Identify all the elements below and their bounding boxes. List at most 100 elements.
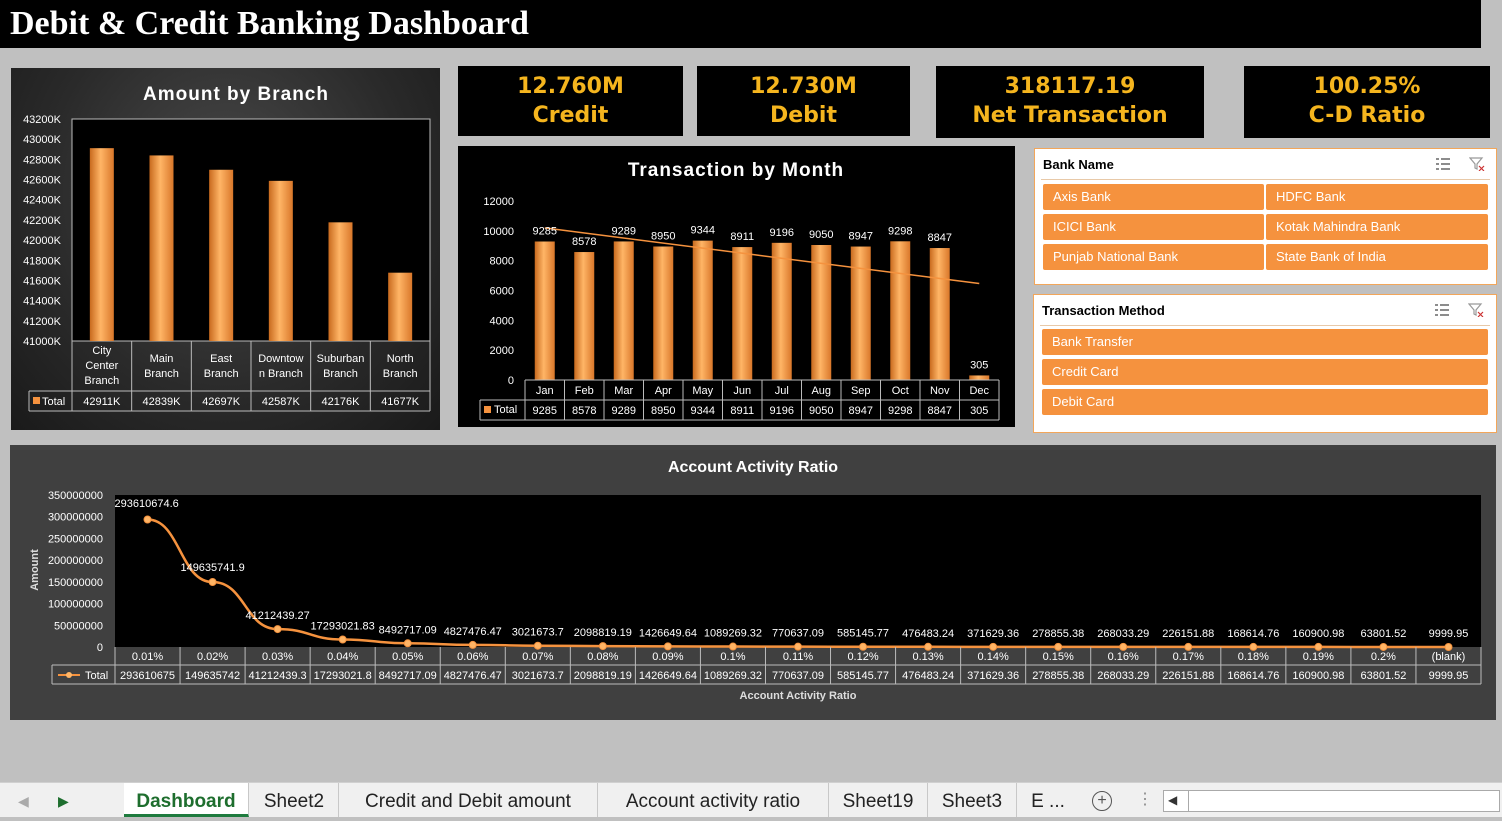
y-tick-label: 8000: [490, 256, 514, 268]
month-bar[interactable]: [811, 245, 832, 380]
multi-select-icon[interactable]: [1434, 303, 1450, 317]
tab-sheet19[interactable]: Sheet19: [829, 783, 928, 817]
data-point[interactable]: [1379, 642, 1388, 651]
x-tick-label: 0.17%: [1173, 651, 1204, 663]
data-point[interactable]: [1314, 642, 1323, 651]
data-point[interactable]: [533, 641, 542, 650]
data-label: 17293021.83: [311, 620, 375, 632]
data-label: 9344: [691, 225, 715, 237]
y-tick-label: 42600K: [23, 175, 62, 187]
data-point[interactable]: [859, 642, 868, 651]
x-tick-label: 0.02%: [197, 651, 228, 663]
table-value: 770637.09: [772, 670, 824, 682]
transaction-method-slicer[interactable]: Transaction Method Bank Transfer Credit …: [1033, 294, 1497, 433]
slicer-item-state-bank-of-india[interactable]: State Bank of India: [1266, 244, 1488, 270]
slicer-item-debit-card[interactable]: Debit Card: [1042, 389, 1488, 415]
table-value: 8950: [651, 405, 675, 417]
data-label: 770637.09: [772, 628, 824, 640]
branch-chart-panel[interactable]: Amount by Branch 43200K 43000K 42800K 42600…: [11, 68, 440, 430]
data-point[interactable]: [208, 578, 217, 587]
activity-chart-panel[interactable]: Account Activity Ratio Amount Account Ac…: [10, 445, 1496, 720]
data-point[interactable]: [924, 642, 933, 651]
branch-bar[interactable]: [89, 148, 114, 341]
y-tick-label: 250000000: [48, 533, 103, 545]
slicer-item-axis-bank[interactable]: Axis Bank: [1043, 184, 1264, 210]
data-point[interactable]: [728, 642, 737, 651]
month-label: Apr: [655, 385, 672, 397]
scroll-left-icon[interactable]: ◀: [18, 793, 29, 810]
month-bar[interactable]: [929, 248, 950, 380]
scroll-right-icon[interactable]: ▶: [58, 793, 69, 810]
y-tick-label: 41600K: [23, 275, 62, 287]
y-tick-label: 43000K: [23, 134, 62, 146]
bank-name-slicer[interactable]: Bank Name Axis Bank HDFC Bank ICICI Bank…: [1034, 148, 1497, 285]
more-options-icon[interactable]: ⋮: [1137, 789, 1153, 809]
data-label: 2098819.19: [574, 627, 632, 639]
month-bar[interactable]: [771, 242, 792, 380]
data-point[interactable]: [989, 642, 998, 651]
data-point[interactable]: [1184, 642, 1193, 651]
month-bar[interactable]: [732, 247, 753, 380]
month-bar[interactable]: [692, 240, 713, 380]
tab-sheet3[interactable]: Sheet3: [928, 783, 1017, 817]
month-chart-panel[interactable]: Transaction by Month 12000 10000 8000 6000 4…: [458, 146, 1015, 427]
data-point[interactable]: [273, 625, 282, 634]
add-sheet-icon[interactable]: +: [1092, 791, 1112, 811]
data-label: 8950: [651, 230, 675, 242]
tab-dashboard[interactable]: Dashboard: [124, 783, 249, 817]
data-point[interactable]: [598, 642, 607, 651]
x-tick-label: 0.12%: [847, 651, 878, 663]
tab-sheet2[interactable]: Sheet2: [250, 783, 339, 817]
month-bar[interactable]: [890, 241, 911, 380]
x-tick-label: 0.16%: [1108, 651, 1139, 663]
data-point[interactable]: [1119, 642, 1128, 651]
month-bar[interactable]: [534, 241, 555, 380]
month-bar[interactable]: [969, 375, 990, 380]
month-bar[interactable]: [613, 241, 634, 380]
clear-filter-icon[interactable]: [1468, 157, 1485, 172]
x-tick-label: 0.11%: [783, 651, 814, 663]
data-label: 371629.36: [967, 628, 1019, 640]
data-point[interactable]: [663, 642, 672, 651]
x-tick-label: 0.06%: [457, 651, 488, 663]
tab-account-activity-ratio[interactable]: Account activity ratio: [598, 783, 829, 817]
table-value: 1426649.64: [639, 670, 697, 682]
branch-bar[interactable]: [209, 169, 234, 341]
data-point[interactable]: [794, 642, 802, 651]
legend-label: Total: [494, 404, 517, 416]
data-point[interactable]: [143, 515, 152, 524]
branch-bar[interactable]: [388, 272, 413, 341]
horizontal-scrollbar[interactable]: ◀: [1163, 790, 1500, 812]
data-point[interactable]: [1054, 642, 1063, 651]
month-bar[interactable]: [653, 246, 674, 380]
data-point[interactable]: [1249, 642, 1258, 651]
month-bar[interactable]: [850, 246, 871, 380]
scrollbar-left-arrow-icon[interactable]: ◀: [1168, 793, 1177, 807]
slicer-item-hdfc-bank[interactable]: HDFC Bank: [1266, 184, 1488, 210]
slicer-item-punjab-national-bank[interactable]: Punjab National Bank: [1043, 244, 1264, 270]
tab-credit-and-debit-amount[interactable]: Credit and Debit amount: [339, 783, 598, 817]
slicer-item-kotak-mahindra-bank[interactable]: Kotak Mahindra Bank: [1266, 214, 1488, 240]
table-value: 42176K: [322, 396, 361, 408]
branch-bar[interactable]: [149, 155, 174, 341]
category-label: Downtow: [258, 353, 303, 365]
data-point[interactable]: [468, 640, 477, 649]
x-tick-label: 0.01%: [132, 651, 163, 663]
sheet-tab-bar: ◀ ▶ Dashboard Sheet2 Credit and Debit am…: [0, 782, 1502, 817]
legend-label: Total: [85, 670, 108, 682]
data-point[interactable]: [338, 635, 347, 644]
branch-bar[interactable]: [268, 180, 293, 341]
slicer-item-bank-transfer[interactable]: Bank Transfer: [1042, 329, 1488, 355]
table-value: 63801.52: [1360, 670, 1406, 682]
month-bar[interactable]: [574, 252, 595, 380]
data-point[interactable]: [403, 639, 412, 648]
tab-more[interactable]: E ...: [1017, 783, 1079, 817]
slicer-item-icici-bank[interactable]: ICICI Bank: [1043, 214, 1264, 240]
slicer-item-credit-card[interactable]: Credit Card: [1042, 359, 1488, 385]
multi-select-icon[interactable]: [1435, 157, 1451, 171]
data-point[interactable]: [1444, 642, 1453, 651]
table-value: 9344: [691, 405, 715, 417]
table-value: 8947: [849, 405, 873, 417]
branch-bar[interactable]: [328, 222, 353, 341]
clear-filter-icon[interactable]: [1467, 303, 1484, 318]
